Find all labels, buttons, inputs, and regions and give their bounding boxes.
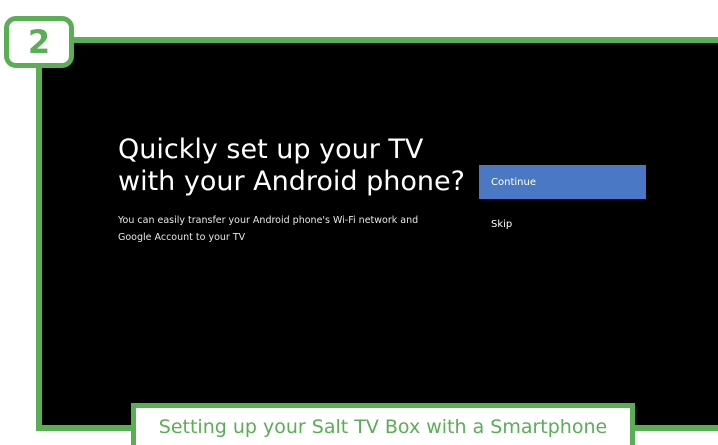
skip-button[interactable]: Skip (479, 207, 646, 241)
caption-banner: Setting up your Salt TV Box with a Smart… (131, 403, 635, 445)
page-title: Quickly set up your TV with your Android… (118, 134, 465, 197)
continue-button[interactable]: Continue (479, 165, 646, 199)
step-number: 2 (27, 23, 51, 61)
caption-text: Setting up your Salt TV Box with a Smart… (158, 415, 608, 438)
setup-description: You can easily transfer your Android pho… (118, 215, 419, 243)
step-badge: 2 (4, 16, 74, 68)
